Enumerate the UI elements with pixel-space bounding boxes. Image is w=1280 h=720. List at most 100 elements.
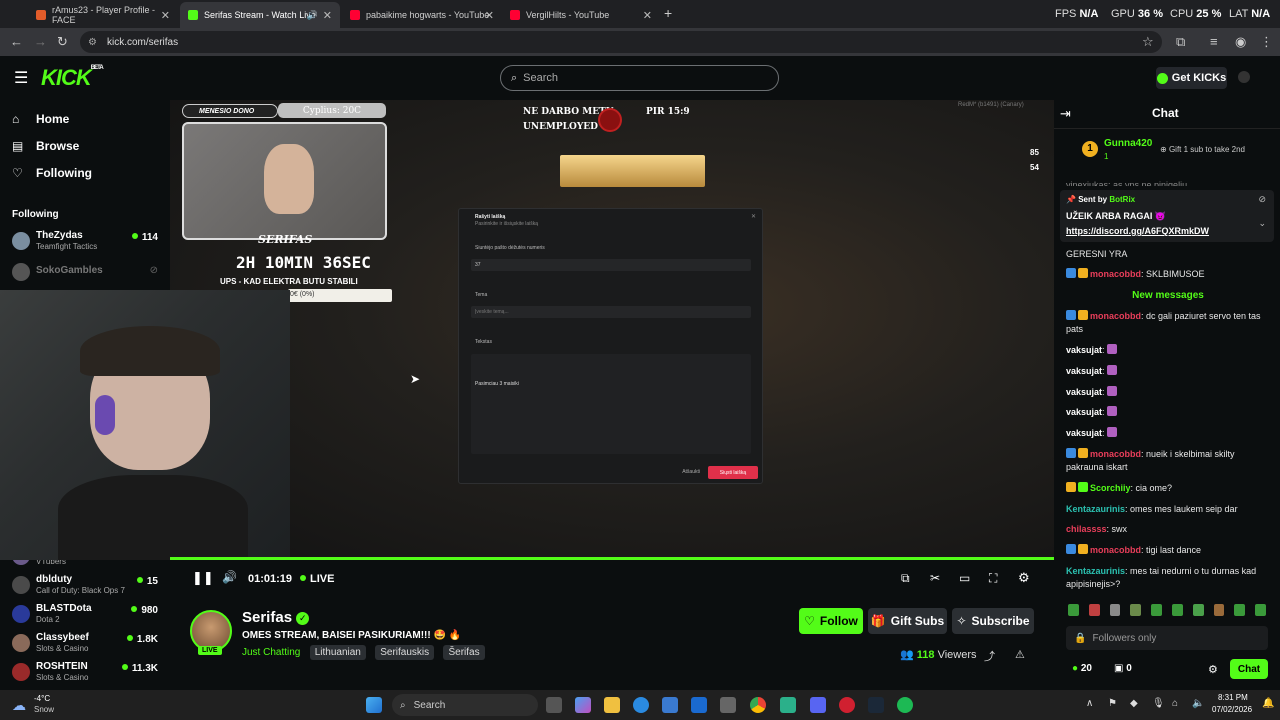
bookmark-star-icon[interactable]: ☆	[1142, 34, 1154, 50]
pause-icon[interactable]: ❚❚	[192, 570, 214, 586]
emote-icon[interactable]	[1234, 604, 1246, 616]
clock-date[interactable]: 07/02/2026	[1212, 705, 1252, 714]
browser-tab-faceit[interactable]: rAmus23 - Player Profile - FACE ✕	[28, 4, 178, 26]
back-icon[interactable]: ←	[10, 34, 23, 49]
tray-chevron-icon[interactable]: ∧	[1086, 698, 1093, 709]
forward-icon[interactable]: →	[34, 34, 47, 49]
browser-tab-youtube-1[interactable]: pabaikime hogwarts - YouTube ✕	[342, 4, 502, 26]
followed-channel-blastdota[interactable]: BLASTDota Dota 2 980	[12, 603, 162, 625]
user-avatar[interactable]	[1238, 71, 1250, 83]
microphone-icon[interactable]: 🎙	[1152, 698, 1165, 709]
fullscreen-icon[interactable]: ⛶	[989, 571, 997, 586]
modal-cancel-button[interactable]: Atšaukti	[682, 469, 700, 475]
browser-menu-icon[interactable]: ⋮	[1260, 34, 1273, 50]
follow-button[interactable]: ♡ Follow	[799, 608, 863, 634]
followed-channel-sokogambles[interactable]: SokoGambles ⊘	[12, 261, 162, 283]
emote-icon[interactable]	[1109, 604, 1121, 616]
tag-lithuanian[interactable]: Lithuanian	[309, 645, 366, 660]
extensions-icon[interactable]: ⧉	[1176, 34, 1185, 50]
emote-icon[interactable]	[1171, 604, 1183, 616]
hamburger-menu-icon[interactable]: ☰	[14, 68, 28, 88]
steam-icon[interactable]	[868, 697, 884, 713]
volume-icon[interactable]: 🔊	[222, 570, 237, 584]
theater-mode-icon[interactable]: ▭	[959, 571, 970, 585]
rewards-balance[interactable]: ▣ 0	[1114, 663, 1132, 674]
modal-close-icon[interactable]: ✕	[751, 213, 756, 220]
discord-icon[interactable]	[810, 697, 826, 713]
taskbar-search[interactable]: ⌕ Search	[392, 694, 538, 716]
url-field[interactable]: ⚙ kick.com/serifas	[80, 31, 1162, 53]
followed-channel-roshtein[interactable]: ROSHTEIN Slots & Casino 11.3K	[12, 661, 162, 683]
kick-logo[interactable]: KICKBETA	[41, 65, 104, 91]
profile-icon[interactable]: ◉	[1235, 34, 1246, 50]
nav-home[interactable]: ⌂ Home	[12, 112, 69, 126]
app-icon[interactable]	[720, 697, 736, 713]
task-view-icon[interactable]	[546, 697, 562, 713]
followed-channel-classybeef[interactable]: Classybeef Slots & Casino 1.8K	[12, 632, 162, 654]
new-tab-button[interactable]: +	[664, 5, 672, 21]
edge-icon[interactable]	[633, 697, 649, 713]
gift-subs-button[interactable]: 🎁 Gift Subs	[868, 608, 947, 634]
close-tab-icon[interactable]: ✕	[323, 9, 332, 22]
tray-app-icon[interactable]: ◆	[1130, 698, 1138, 709]
close-tab-icon[interactable]: ✕	[161, 9, 170, 22]
audio-icon[interactable]: 🔊	[307, 10, 318, 21]
followed-channel-thezydas[interactable]: TheZydas Teamfight Tactics 114	[12, 230, 162, 252]
share-icon[interactable]: ⤴	[984, 648, 995, 664]
category-link[interactable]: Just Chatting	[242, 647, 300, 658]
emote-icon[interactable]	[1213, 604, 1225, 616]
pinned-link[interactable]: https://discord.gg/A6FQXRmkDW	[1066, 226, 1209, 236]
pip-mode-icon[interactable]: ⧉	[901, 571, 910, 586]
modal-field2-input[interactable]: Įveskite temą...	[471, 306, 751, 318]
emote-icon[interactable]	[1088, 604, 1100, 616]
browser-tab-kick[interactable]: Serifas Stream - Watch Live 🔊 ✕	[180, 2, 340, 28]
modal-body-input[interactable]: Pasimciau 3 maisiki	[471, 354, 751, 454]
report-icon[interactable]: ⚠	[1015, 648, 1025, 661]
emote-icon[interactable]	[1068, 604, 1079, 616]
browser-tab-youtube-2[interactable]: VergilHilts - YouTube ✕	[502, 4, 660, 26]
subscribe-button[interactable]: ✧ Subscribe	[952, 608, 1034, 634]
app-icon[interactable]	[780, 697, 796, 713]
chat-settings-icon[interactable]: ⚙	[1208, 663, 1218, 676]
file-explorer-icon[interactable]	[604, 697, 620, 713]
unpin-icon[interactable]: ⊘	[1258, 194, 1266, 205]
reload-icon[interactable]: ↻	[57, 34, 68, 50]
opera-icon[interactable]	[839, 697, 855, 713]
streamer-name[interactable]: Serifas ✓	[242, 609, 310, 626]
leaderboard-name[interactable]: Gunna420	[1104, 138, 1152, 149]
spotify-icon[interactable]	[897, 697, 913, 713]
gift-hint[interactable]: ⊕ Gift 1 sub to take 2nd	[1160, 145, 1245, 154]
chrome-icon[interactable]	[750, 697, 766, 713]
chat-input[interactable]: 🔒 Followers only	[1066, 626, 1268, 650]
store-icon[interactable]	[662, 697, 678, 713]
tag-serifas[interactable]: Šerifas	[443, 645, 485, 660]
settings-gear-icon[interactable]: ⚙	[1018, 570, 1030, 586]
notification-bell-icon[interactable]: 🔔	[1262, 698, 1274, 709]
clock-time[interactable]: 8:31 PM	[1218, 693, 1248, 702]
network-icon[interactable]: ⌂	[1172, 698, 1178, 709]
windows-start-icon[interactable]	[366, 697, 382, 713]
chevron-down-icon[interactable]: ⌄	[1258, 218, 1266, 229]
video-player[interactable]: NE DARBO METU UNEMPLOYED 0 PIR 15:9 RedM…	[170, 100, 1054, 560]
tray-app-icon[interactable]: ⚑	[1108, 698, 1117, 709]
speaker-icon[interactable]: 🔈	[1192, 698, 1204, 709]
emote-icon[interactable]	[1151, 604, 1162, 616]
get-kicks-button[interactable]: Get KICKs	[1156, 67, 1227, 89]
send-chat-button[interactable]: Chat	[1230, 659, 1268, 679]
nav-following[interactable]: ♡ Following	[12, 166, 92, 180]
copilot-icon[interactable]	[575, 697, 591, 713]
emote-icon[interactable]	[1192, 604, 1204, 616]
followed-channel-dblduty[interactable]: dblduty Call of Duty: Black Ops 7 15	[12, 574, 162, 596]
modal-field1-input[interactable]: 37	[471, 259, 751, 271]
outlook-icon[interactable]	[691, 697, 707, 713]
site-info-icon[interactable]: ⚙	[88, 37, 97, 48]
weather-icon[interactable]: ☁	[12, 697, 26, 714]
emote-icon[interactable]	[1130, 604, 1142, 616]
search-input[interactable]: ⌕ Search	[500, 65, 779, 91]
emote-icon[interactable]	[1255, 604, 1266, 616]
clip-icon[interactable]: ✂	[930, 571, 940, 585]
modal-submit-button[interactable]: Siųsti laišką	[708, 466, 758, 479]
close-tab-icon[interactable]: ✕	[643, 9, 652, 22]
close-tab-icon[interactable]: ✕	[485, 9, 494, 22]
tag-serifauskis[interactable]: Serifauskis	[375, 645, 435, 660]
